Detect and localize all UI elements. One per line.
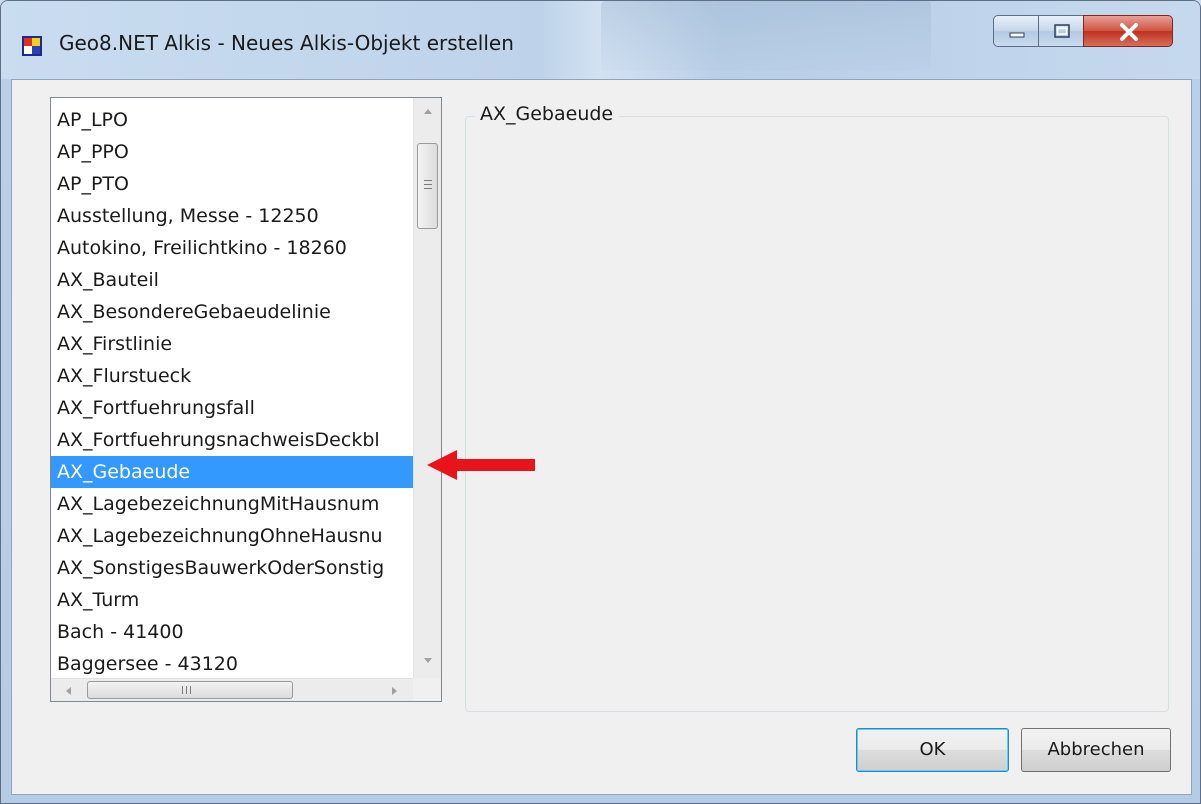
details-group-title: AX_Gebaeude [474, 103, 620, 125]
grip-line [424, 188, 432, 189]
minimize-button[interactable] [993, 15, 1039, 47]
grip-line [182, 686, 183, 694]
list-item[interactable]: Bach - 41400 [51, 616, 413, 648]
grip-line [424, 184, 432, 185]
list-item[interactable]: Autokino, Freilichtkino - 18260 [51, 232, 413, 264]
minimize-icon [1009, 32, 1025, 38]
list-item[interactable]: AP_PTO [51, 168, 413, 200]
horizontal-scroll-thumb[interactable] [87, 681, 293, 699]
list-item[interactable]: AX_BesondereGebaeudelinie [51, 296, 413, 328]
list-item[interactable]: Baggersee - 43120 [51, 648, 413, 678]
caption-buttons [993, 15, 1177, 49]
app-icon [22, 36, 42, 56]
dialog-client-area: AP_LPO AP_PPO AP_PTO Ausstellung, Messe … [11, 79, 1192, 795]
list-item[interactable]: AX_FortfuehrungsnachweisDeckbl [51, 424, 413, 456]
list-item[interactable]: AX_SonstigesBauwerkOderSonstig [51, 552, 413, 584]
object-type-listbox[interactable]: AP_LPO AP_PPO AP_PTO Ausstellung, Messe … [50, 97, 442, 702]
list-item[interactable]: AX_Turm [51, 584, 413, 616]
dialog-window: Geo8.NET Alkis - Neues Alkis-Objekt erst… [0, 0, 1201, 804]
list-item-selected[interactable]: AX_Gebaeude [51, 456, 413, 488]
vertical-scroll-thumb[interactable] [417, 143, 438, 229]
window-title: Geo8.NET Alkis - Neues Alkis-Objekt erst… [59, 31, 514, 55]
list-items: AP_LPO AP_PPO AP_PTO Ausstellung, Messe … [51, 98, 413, 678]
cancel-button[interactable]: Abbrechen [1021, 728, 1171, 772]
list-item[interactable]: AX_Bauteil [51, 264, 413, 296]
title-bar[interactable]: Geo8.NET Alkis - Neues Alkis-Objekt erst… [1, 1, 1200, 79]
ok-button[interactable]: OK [856, 728, 1009, 772]
scroll-down-arrow-icon[interactable] [422, 655, 434, 665]
list-item[interactable]: Ausstellung, Messe - 12250 [51, 200, 413, 232]
list-item[interactable]: AX_LagebezeichnungMitHausnum [51, 488, 413, 520]
grip-line [190, 686, 191, 694]
scrollbar-corner [413, 678, 441, 701]
close-icon [1120, 23, 1138, 41]
vertical-scrollbar[interactable] [413, 98, 441, 678]
maximize-button[interactable] [1038, 15, 1084, 47]
grip-line [424, 180, 432, 181]
list-item[interactable]: AX_Fortfuehrungsfall [51, 392, 413, 424]
background-window-ghost [601, 1, 931, 71]
details-groupbox [465, 116, 1169, 712]
grip-line [186, 686, 187, 694]
list-item[interactable]: AP_PPO [51, 136, 413, 168]
list-item[interactable]: AX_Firstlinie [51, 328, 413, 360]
scroll-up-arrow-icon[interactable] [422, 107, 434, 117]
close-button[interactable] [1083, 15, 1173, 47]
list-item[interactable]: AX_LagebezeichnungOhneHausnu [51, 520, 413, 552]
list-item[interactable]: AX_Flurstueck [51, 360, 413, 392]
scroll-right-arrow-icon[interactable] [389, 685, 399, 697]
red-arrow-annotation-icon [427, 450, 535, 480]
scroll-left-arrow-icon[interactable] [64, 685, 74, 697]
horizontal-scrollbar[interactable] [51, 678, 413, 701]
list-item[interactable]: AP_LPO [51, 104, 413, 136]
maximize-icon [1054, 24, 1070, 38]
